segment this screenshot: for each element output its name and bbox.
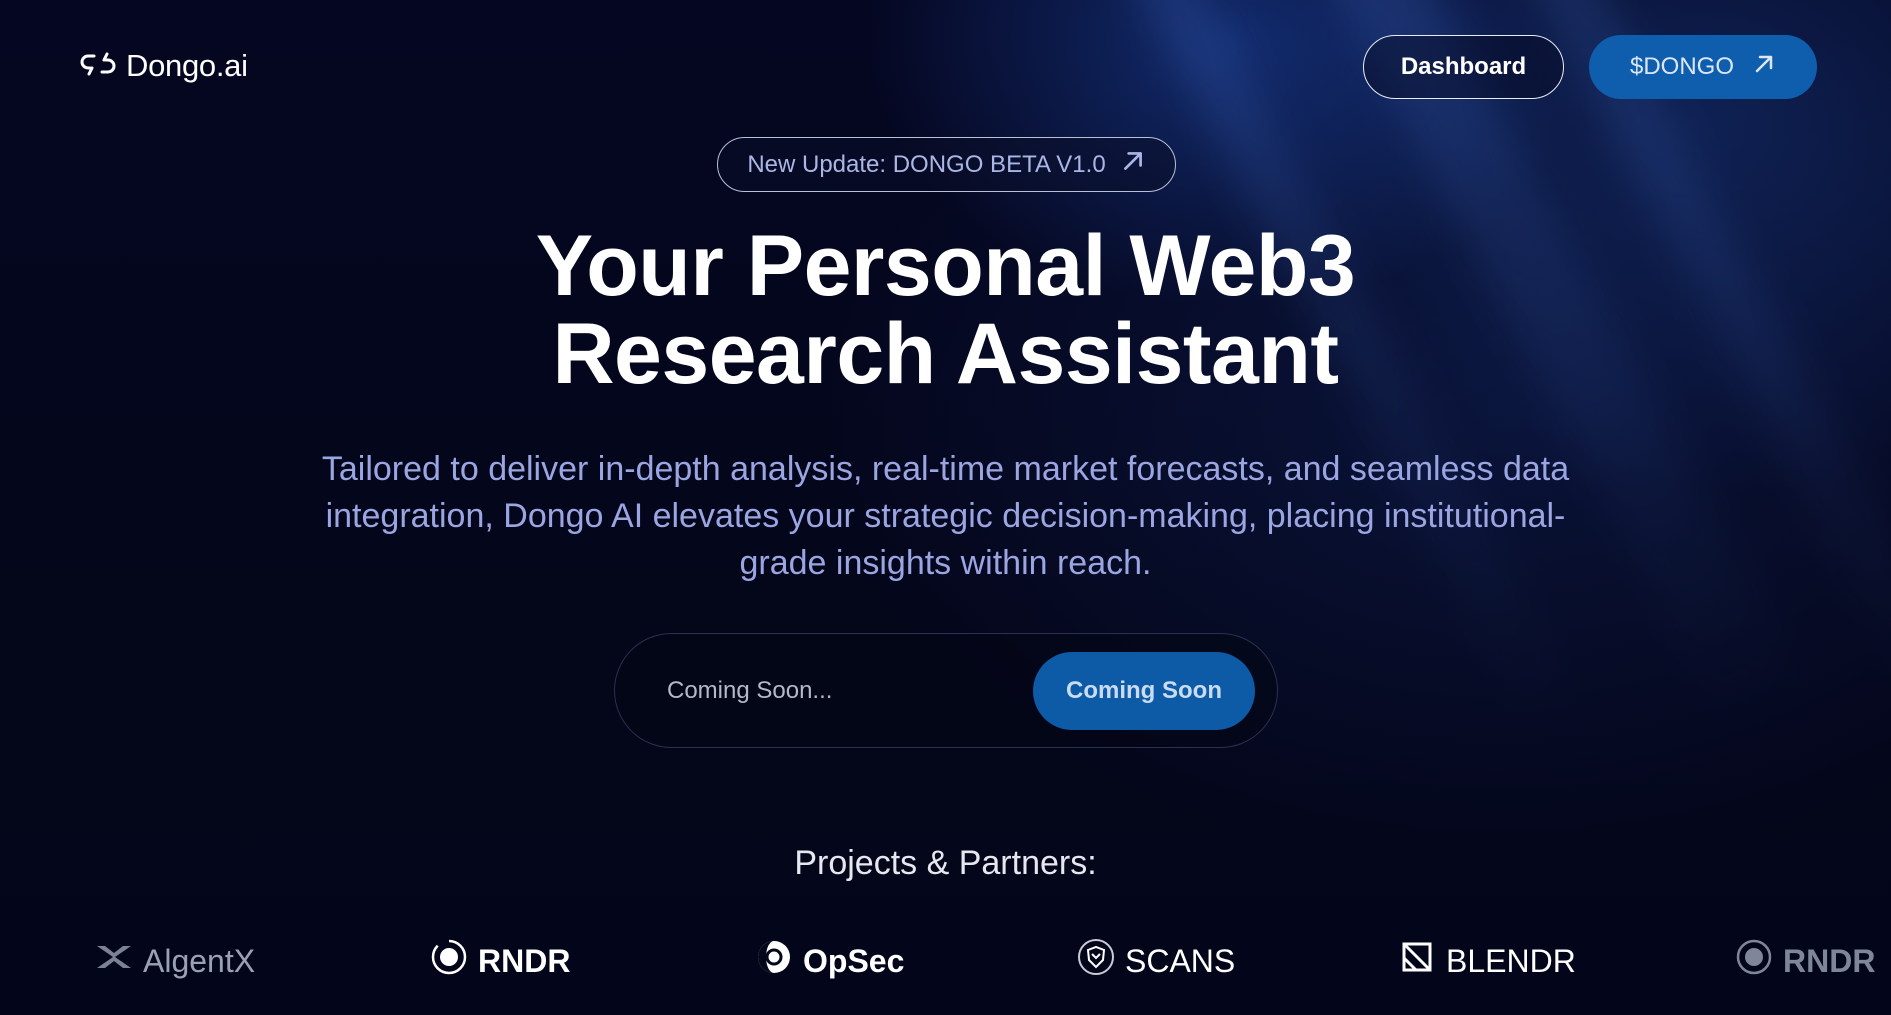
hero-headline: Your Personal Web3 Research Assistant [0,222,1891,398]
headline-line-1: Your Personal Web3 [535,218,1356,314]
blendr-icon [1398,938,1436,984]
brand-logo[interactable]: Dongo.ai [80,48,248,84]
partner-logo-opsec[interactable]: OpSec [755,938,904,984]
coming-soon-button[interactable]: Coming Soon [1033,652,1255,730]
link-chain-icon [80,50,116,83]
rndr-icon [1735,938,1773,984]
partner-label: SCANS [1125,942,1236,979]
arrow-up-right-icon [1120,148,1146,181]
landing-page: Dongo.ai Dashboard $DONGO New Update: DO… [0,0,1891,1015]
partner-label: OpSec [803,942,905,979]
partner-logo-rndr[interactable]: RNDR [430,938,570,984]
partner-logo-rndr[interactable]: RNDR [1735,938,1875,984]
partner-logo-scans[interactable]: SCANS [1077,938,1235,984]
email-input[interactable] [667,666,1007,716]
rndr-icon [430,938,468,984]
partner-label: RNDR [1783,942,1876,979]
dashboard-button[interactable]: Dashboard [1363,35,1564,99]
brand-name: Dongo.ai [126,48,248,83]
scans-icon [1077,938,1115,984]
waitlist-form: Coming Soon [614,633,1278,748]
opsec-icon [755,938,793,984]
arrow-up-right-icon [1752,52,1776,83]
partner-logo-algentx[interactable]: AlgentX [95,938,255,984]
algentx-icon [95,938,133,984]
token-button[interactable]: $DONGO [1589,35,1817,99]
headline-line-2: Research Assistant [552,306,1339,402]
update-announcement-link[interactable]: New Update: DONGO BETA V1.0 [717,137,1176,192]
partner-label: BLENDR [1446,942,1576,979]
update-label: New Update: DONGO BETA V1.0 [747,150,1106,178]
partner-label: RNDR [478,942,571,979]
partners-heading: Projects & Partners: [794,844,1097,882]
dashboard-button-label: Dashboard [1400,53,1527,80]
hero-description: Tailored to deliver in-depth analysis, r… [321,450,1570,582]
partner-logo-blendr[interactable]: BLENDR [1398,938,1576,984]
partner-label: AlgentX [143,942,256,979]
token-button-label: $DONGO [1629,53,1734,80]
